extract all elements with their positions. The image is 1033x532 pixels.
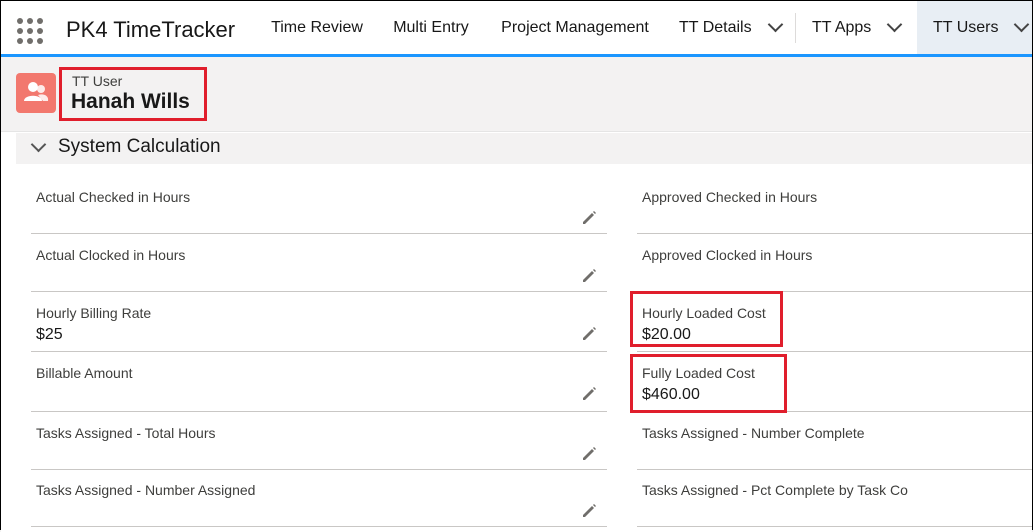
field-approved-checked-in-hours: Approved Checked in Hours — [637, 176, 1032, 234]
section-header-system-calculation[interactable]: System Calculation — [16, 133, 1032, 164]
field-tasks-assigned-total-hours: Tasks Assigned - Total Hours — [31, 412, 607, 470]
record-name: Hanah Wills — [71, 90, 190, 113]
chevron-down-icon[interactable] — [767, 16, 783, 33]
app-launcher-waffle-icon[interactable] — [17, 18, 43, 44]
details-card: System Calculation Actual Checked in Hou… — [1, 131, 1032, 532]
fully-loaded-cost-highlight — [630, 354, 787, 413]
field-tasks-assigned-number-complete: Tasks Assigned - Number Complete — [637, 412, 1032, 470]
field-label: Approved Checked in Hours — [642, 189, 818, 205]
field-value: $25 — [36, 326, 63, 343]
nav-tab-project-management[interactable]: Project Management — [485, 1, 665, 54]
global-nav-bar: PK4 TimeTracker Time Review Multi Entry … — [1, 1, 1032, 57]
nav-tab-tt-details[interactable]: TT Details — [665, 1, 795, 54]
pencil-icon[interactable] — [581, 386, 597, 402]
section-title: System Calculation — [58, 136, 221, 157]
field-tasks-assigned-pct-complete: Tasks Assigned - Pct Complete by Task Co — [637, 469, 1032, 527]
field-label: Hourly Billing Rate — [36, 305, 152, 321]
nav-tab-time-review[interactable]: Time Review — [257, 1, 377, 54]
pencil-icon[interactable] — [581, 326, 597, 342]
field-label: Actual Checked in Hours — [36, 189, 191, 205]
chevron-down-icon[interactable] — [1014, 16, 1030, 33]
nav-tab-label: Multi Entry — [393, 18, 469, 36]
record-title-highlight: TT User Hanah Wills — [59, 67, 207, 121]
nav-tab-multi-entry[interactable]: Multi Entry — [377, 1, 485, 54]
field-label: Tasks Assigned - Total Hours — [36, 425, 216, 441]
nav-tab-tt-users[interactable]: TT Users — [917, 1, 1032, 57]
field-label: Approved Clocked in Hours — [642, 247, 813, 263]
object-label: TT User — [72, 73, 123, 89]
nav-tab-label: Project Management — [501, 18, 649, 36]
field-billable-amount: Billable Amount — [31, 352, 607, 412]
pencil-icon[interactable] — [581, 446, 597, 462]
field-label: Tasks Assigned - Pct Complete by Task Co — [642, 482, 908, 498]
field-hourly-billing-rate: Hourly Billing Rate $25 — [31, 292, 607, 352]
chevron-down-icon[interactable] — [887, 16, 903, 33]
nav-tab-label: TT Apps — [812, 18, 872, 36]
chevron-down-icon[interactable] — [30, 136, 47, 153]
pencil-icon[interactable] — [581, 503, 597, 519]
field-label: Tasks Assigned - Number Assigned — [36, 482, 256, 498]
nav-tab-label: TT Details — [679, 18, 752, 36]
field-label: Actual Clocked in Hours — [36, 247, 186, 263]
field-label: Tasks Assigned - Number Complete — [642, 425, 865, 441]
pencil-icon[interactable] — [581, 268, 597, 284]
hourly-loaded-cost-highlight — [630, 291, 783, 347]
nav-tab-tt-apps[interactable]: TT Apps — [796, 1, 916, 54]
field-approved-clocked-in-hours: Approved Clocked in Hours — [637, 234, 1032, 292]
field-actual-clocked-in-hours: Actual Clocked in Hours — [31, 234, 607, 292]
record-header: TT User Hanah Wills — [1, 57, 1032, 131]
nav-tab-label: Time Review — [271, 18, 363, 36]
user-group-icon — [16, 73, 56, 113]
app-name: PK4 TimeTracker — [66, 17, 236, 42]
field-tasks-assigned-number-assigned: Tasks Assigned - Number Assigned — [31, 469, 607, 527]
nav-tab-label: TT Users — [933, 18, 999, 36]
pencil-icon[interactable] — [581, 210, 597, 226]
field-actual-checked-in-hours: Actual Checked in Hours — [31, 176, 607, 234]
field-label: Billable Amount — [36, 365, 133, 381]
